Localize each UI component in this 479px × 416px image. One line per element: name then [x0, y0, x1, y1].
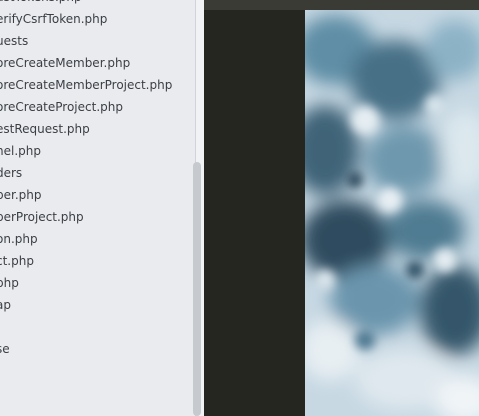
tree-item-folder[interactable]: uests	[0, 30, 172, 52]
tree-item-file[interactable]: on.php	[0, 228, 172, 250]
tree-item-file[interactable]: ustTokens.php	[0, 0, 172, 8]
sidebar-scrollbar-thumb[interactable]	[193, 162, 201, 416]
tree-item-folder[interactable]: ap	[0, 294, 172, 316]
tree-item-file[interactable]: estRequest.php	[0, 118, 172, 140]
tree-item-file[interactable]: ct.php	[0, 250, 172, 272]
tree-item-empty	[0, 316, 172, 338]
tree-item-file[interactable]: php	[0, 272, 172, 294]
tree-item-folder[interactable]: se	[0, 338, 172, 360]
blurred-photo-image	[305, 10, 479, 416]
tree-item-file[interactable]: ber.php	[0, 184, 172, 206]
tree-item-file[interactable]: erifyCsrfToken.php	[0, 8, 172, 30]
editor-gutter	[204, 10, 305, 416]
tree-item-file[interactable]: berProject.php	[0, 206, 172, 228]
tree-item-file[interactable]: oreCreateMember.php	[0, 52, 172, 74]
file-tree: ustTokens.php erifyCsrfToken.php uests o…	[0, 0, 172, 360]
tree-item-file[interactable]: nel.php	[0, 140, 172, 162]
image-preview	[305, 10, 479, 416]
editor-tab-bar	[204, 0, 479, 10]
file-tree-sidebar: ustTokens.php erifyCsrfToken.php uests o…	[0, 0, 195, 416]
tree-item-file[interactable]: oreCreateProject.php	[0, 96, 172, 118]
tree-item-file[interactable]: oreCreateMemberProject.php	[0, 74, 172, 96]
code-editor-window: ustTokens.php erifyCsrfToken.php uests o…	[0, 0, 479, 416]
tree-item-folder[interactable]: ders	[0, 162, 172, 184]
